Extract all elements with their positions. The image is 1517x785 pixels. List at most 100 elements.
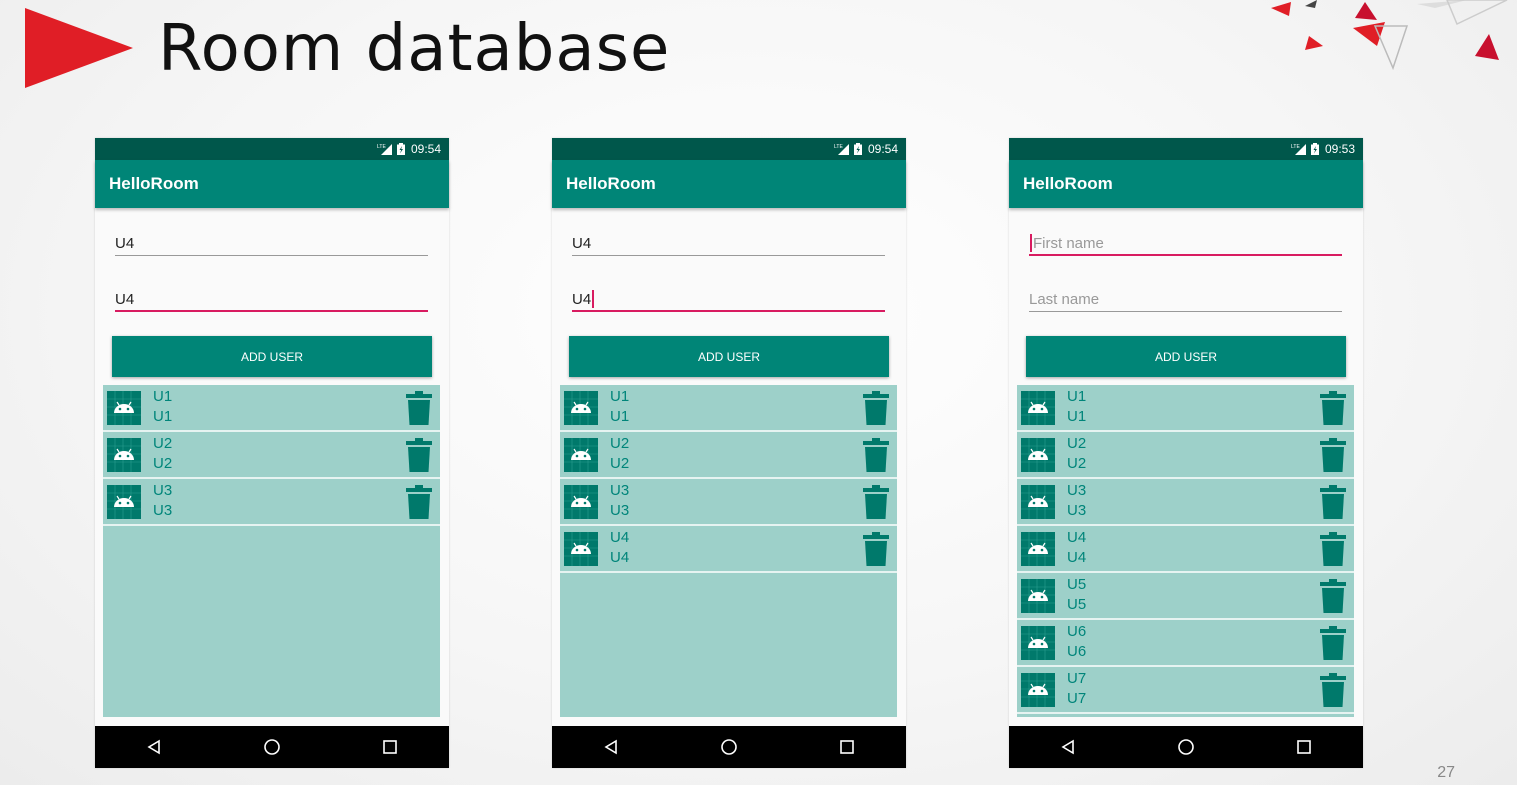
android-avatar-icon xyxy=(107,438,141,472)
app-title: HelloRoom xyxy=(1023,174,1113,193)
delete-trash-icon[interactable] xyxy=(863,438,889,472)
list-item[interactable]: U1 U1 xyxy=(1017,385,1354,432)
list-item[interactable]: U2 U2 xyxy=(1017,432,1354,479)
list-item[interactable]: U2 U2 xyxy=(560,432,897,479)
phone-screen: LTE 09:54 HelloRoom U4 U4 ADD USER U1 U1… xyxy=(552,138,906,768)
list-item[interactable]: U4 U4 xyxy=(1017,526,1354,573)
android-avatar-icon xyxy=(564,485,598,519)
user-name: U2 U2 xyxy=(153,434,172,474)
navigation-bar xyxy=(95,726,449,768)
first-name-placeholder: First name xyxy=(1033,234,1104,252)
android-avatar-icon xyxy=(1021,579,1055,613)
delete-trash-icon[interactable] xyxy=(1320,626,1346,660)
svg-text:LTE: LTE xyxy=(377,144,386,150)
list-item[interactable]: U6 U6 xyxy=(1017,620,1354,667)
nav-back-icon[interactable] xyxy=(591,732,631,762)
add-user-button[interactable]: ADD USER xyxy=(1026,336,1346,377)
user-first-name: U2 xyxy=(1067,435,1087,452)
user-last-name: U2 xyxy=(1067,455,1087,472)
nav-recents-icon[interactable] xyxy=(1284,732,1324,762)
app-bar: HelloRoom xyxy=(552,160,906,208)
user-name: U3 U3 xyxy=(1067,481,1086,521)
battery-icon xyxy=(396,143,405,155)
battery-icon xyxy=(853,143,862,155)
delete-trash-icon[interactable] xyxy=(1320,438,1346,472)
delete-trash-icon[interactable] xyxy=(406,485,432,519)
first-name-value: U4 xyxy=(572,235,592,252)
android-avatar-icon xyxy=(1021,485,1055,519)
list-item[interactable]: U3 U3 xyxy=(560,479,897,526)
user-first-name: U3 xyxy=(610,482,630,499)
list-item[interactable]: U4 U4 xyxy=(560,526,897,573)
slide-number: 27 xyxy=(1437,764,1455,781)
last-name-input[interactable]: Last name xyxy=(1029,288,1342,312)
nav-back-icon[interactable] xyxy=(134,732,174,762)
list-item[interactable]: U1 U1 xyxy=(103,385,440,432)
user-first-name: U6 xyxy=(1067,623,1087,640)
delete-trash-icon[interactable] xyxy=(1320,485,1346,519)
android-avatar-icon xyxy=(1021,438,1055,472)
list-item[interactable]: U3 U3 xyxy=(103,479,440,526)
list-item[interactable]: U7 U7 xyxy=(1017,667,1354,714)
delete-trash-icon[interactable] xyxy=(863,485,889,519)
status-bar: LTE 09:54 xyxy=(552,138,906,160)
add-user-button[interactable]: ADD USER xyxy=(569,336,889,377)
app-bar: HelloRoom xyxy=(1009,160,1363,208)
first-name-input[interactable]: First name xyxy=(1029,232,1342,256)
nav-home-icon[interactable] xyxy=(252,732,292,762)
app-title: HelloRoom xyxy=(109,174,199,193)
first-name-input[interactable]: U4 xyxy=(572,232,885,256)
nav-home-icon[interactable] xyxy=(709,732,749,762)
text-cursor xyxy=(1030,234,1032,252)
user-last-name: U1 xyxy=(1067,408,1087,425)
android-avatar-icon xyxy=(107,485,141,519)
phone-screen: LTE 09:53 HelloRoom First name Last name… xyxy=(1009,138,1363,768)
app-bar: HelloRoom xyxy=(95,160,449,208)
delete-trash-icon[interactable] xyxy=(406,391,432,425)
list-item[interactable]: U3 U3 xyxy=(1017,479,1354,526)
lte-signal-icon: LTE xyxy=(377,144,392,155)
delete-trash-icon[interactable] xyxy=(1320,532,1346,566)
user-name: U2 U2 xyxy=(1067,434,1086,474)
delete-trash-icon[interactable] xyxy=(1320,673,1346,707)
add-user-button[interactable]: ADD USER xyxy=(112,336,432,377)
delete-trash-icon[interactable] xyxy=(406,438,432,472)
delete-trash-icon[interactable] xyxy=(863,391,889,425)
first-name-input[interactable]: U4 xyxy=(115,232,428,256)
list-item[interactable]: U1 U1 xyxy=(560,385,897,432)
svg-text:LTE: LTE xyxy=(1291,144,1300,150)
nav-recents-icon[interactable] xyxy=(370,732,410,762)
delete-trash-icon[interactable] xyxy=(863,532,889,566)
status-bar: LTE 09:53 xyxy=(1009,138,1363,160)
nav-home-icon[interactable] xyxy=(1166,732,1206,762)
user-first-name: U5 xyxy=(1067,576,1087,593)
android-avatar-icon xyxy=(1021,673,1055,707)
list-item[interactable]: U2 U2 xyxy=(103,432,440,479)
nav-recents-icon[interactable] xyxy=(827,732,867,762)
android-avatar-icon xyxy=(564,438,598,472)
nav-back-icon[interactable] xyxy=(1048,732,1088,762)
navigation-bar xyxy=(1009,726,1363,768)
slide-title: Room database xyxy=(158,12,671,86)
list-item[interactable]: U5 U5 xyxy=(1017,573,1354,620)
last-name-input[interactable]: U4 xyxy=(572,288,885,312)
status-time: 09:54 xyxy=(410,142,441,156)
battery-icon xyxy=(1310,143,1319,155)
user-last-name: U3 xyxy=(153,502,173,519)
last-name-input[interactable]: U4 xyxy=(115,288,428,312)
user-first-name: U1 xyxy=(610,388,630,405)
text-cursor xyxy=(592,290,595,308)
delete-trash-icon[interactable] xyxy=(1320,391,1346,425)
delete-trash-icon[interactable] xyxy=(1320,579,1346,613)
svg-text:LTE: LTE xyxy=(834,144,843,150)
android-avatar-icon xyxy=(564,391,598,425)
user-first-name: U4 xyxy=(610,529,630,546)
lte-signal-icon: LTE xyxy=(834,144,849,155)
user-first-name: U2 xyxy=(610,435,630,452)
android-avatar-icon xyxy=(1021,626,1055,660)
lte-signal-icon: LTE xyxy=(1291,144,1306,155)
user-name: U7 U7 xyxy=(1067,669,1086,709)
user-last-name: U7 xyxy=(1067,690,1087,707)
user-name: U3 U3 xyxy=(610,481,629,521)
user-last-name: U4 xyxy=(1067,549,1087,566)
